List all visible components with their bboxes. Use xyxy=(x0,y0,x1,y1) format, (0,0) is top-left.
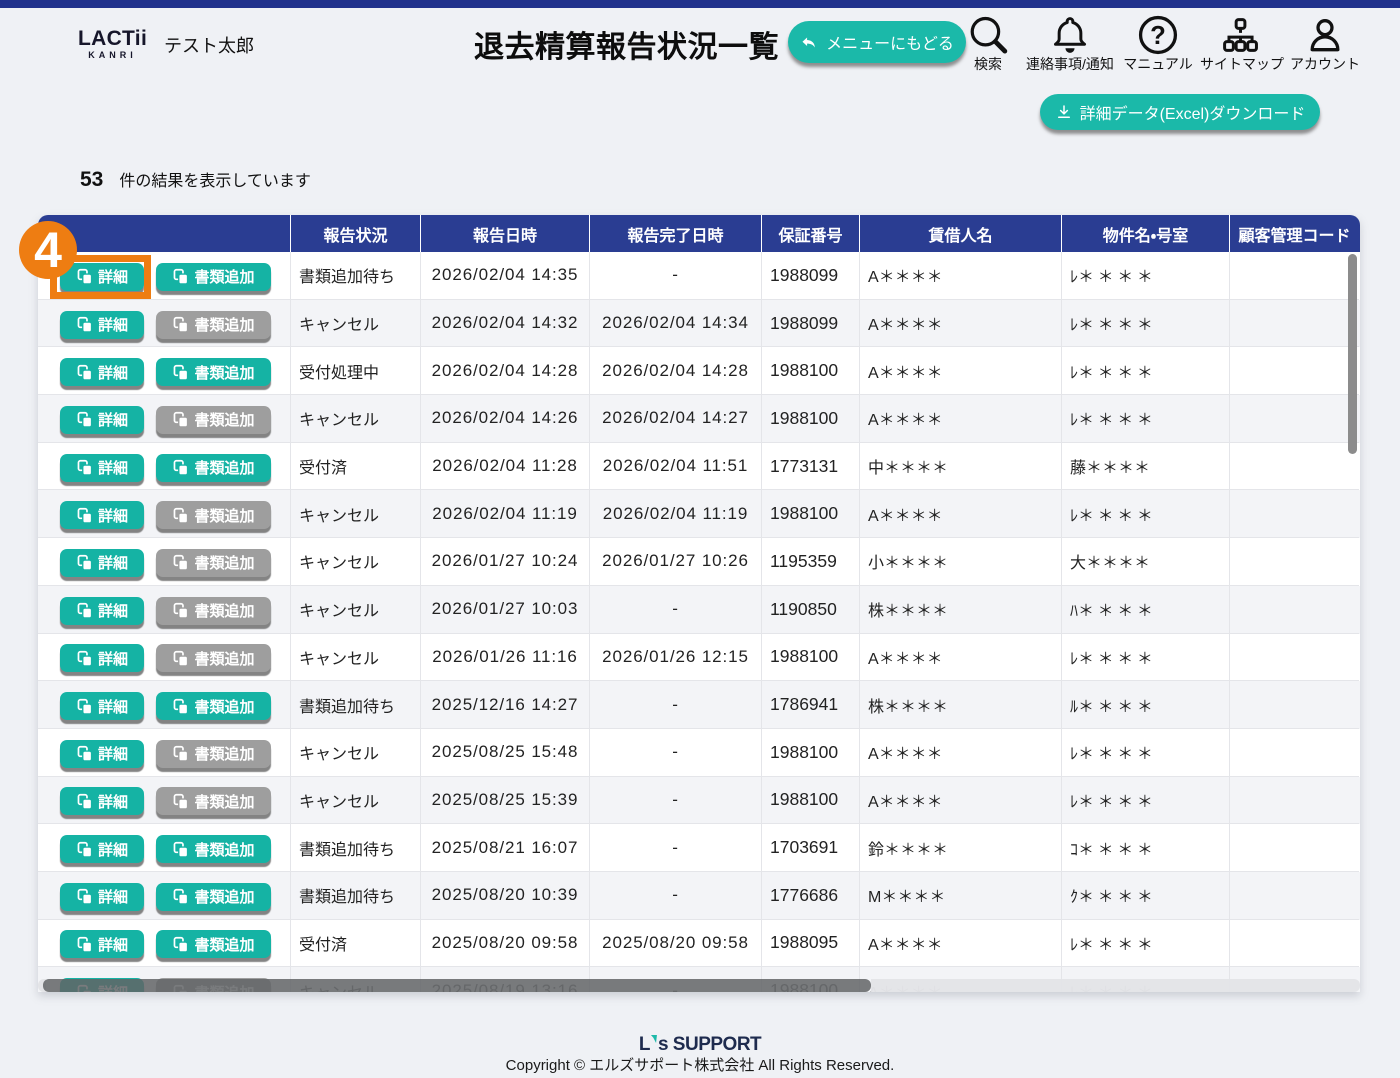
svg-text:?: ? xyxy=(1150,22,1166,50)
